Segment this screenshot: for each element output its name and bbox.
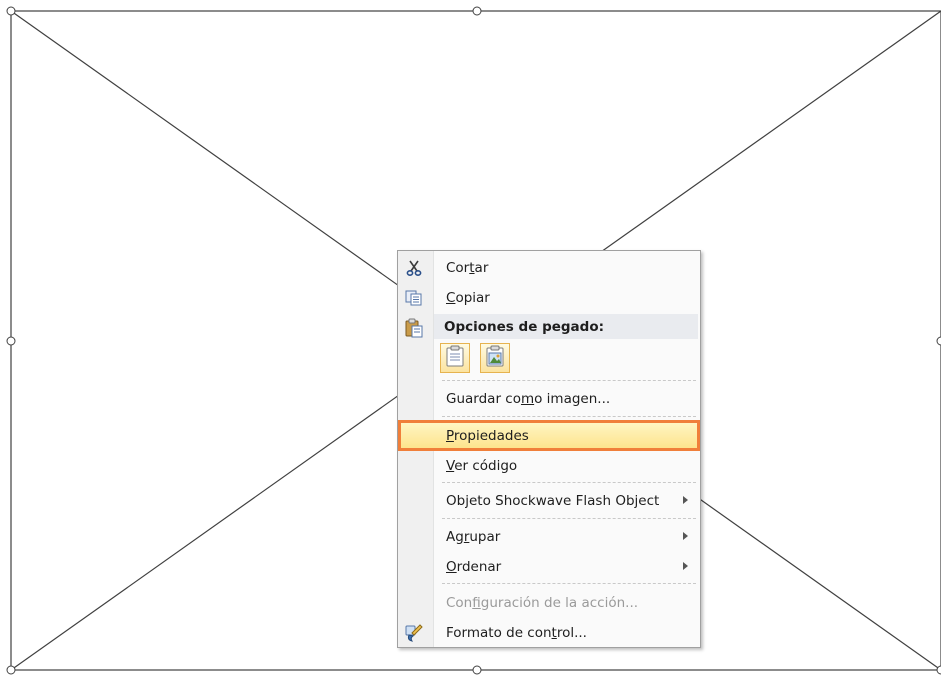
paste-options-title: Opciones de pegado:: [444, 318, 604, 335]
resize-handle-bottom-left[interactable]: [6, 665, 16, 675]
menu-separator: [442, 583, 696, 584]
paste-options-header: Opciones de pegado:: [434, 314, 698, 339]
submenu-arrow-icon: [683, 532, 688, 540]
menu-item-format-control[interactable]: Formato de control...: [400, 619, 698, 646]
menu-item-label: Propiedades: [446, 427, 529, 444]
menu-item-label: Ordenar: [446, 558, 502, 575]
menu-item-action-settings: Configuración de la acción...: [400, 589, 698, 616]
menu-item-cut[interactable]: Cortar: [400, 254, 698, 281]
context-menu: Cortar Copiar Opciones de pegado: Guarda…: [397, 250, 701, 648]
menu-item-properties[interactable]: Propiedades: [398, 420, 700, 451]
menu-item-save-as-image[interactable]: Guardar como imagen...: [400, 385, 698, 412]
copy-icon: [404, 288, 424, 308]
format-control-icon: [404, 623, 424, 643]
menu-separator: [442, 518, 696, 519]
menu-item-label: Guardar como imagen...: [446, 390, 611, 407]
menu-item-label: Copiar: [446, 289, 490, 306]
menu-item-copy[interactable]: Copiar: [400, 284, 698, 311]
paste-keep-source-icon: [445, 345, 465, 371]
resize-handle-middle-right[interactable]: [936, 336, 941, 346]
resize-handle-top-center[interactable]: [472, 6, 482, 16]
scissors-icon: [404, 258, 424, 278]
menu-separator: [442, 416, 696, 417]
paste-keep-source-button[interactable]: [440, 343, 470, 373]
menu-item-group[interactable]: Agrupar: [400, 523, 698, 550]
menu-item-label: Objeto Shockwave Flash Object: [446, 492, 660, 509]
paste-icon: [404, 318, 424, 338]
menu-item-flash-object[interactable]: Objeto Shockwave Flash Object: [400, 487, 698, 514]
menu-separator: [442, 380, 696, 381]
menu-item-label: Configuración de la acción...: [446, 594, 639, 611]
menu-item-label: Agrupar: [446, 528, 501, 545]
resize-handle-middle-left[interactable]: [6, 336, 16, 346]
menu-item-view-code[interactable]: Ver código: [400, 452, 698, 479]
resize-handle-bottom-right[interactable]: [936, 665, 941, 675]
resize-handle-bottom-center[interactable]: [472, 665, 482, 675]
menu-item-label: Cortar: [446, 259, 489, 276]
resize-handle-top-left[interactable]: [6, 6, 16, 16]
menu-item-label: Ver código: [446, 457, 518, 474]
paste-as-picture-icon: [485, 345, 505, 371]
menu-separator: [442, 482, 696, 483]
menu-item-label: Formato de control...: [446, 624, 587, 641]
paste-as-picture-button[interactable]: [480, 343, 510, 373]
submenu-arrow-icon: [683, 562, 688, 570]
menu-item-order[interactable]: Ordenar: [400, 553, 698, 580]
submenu-arrow-icon: [683, 496, 688, 504]
